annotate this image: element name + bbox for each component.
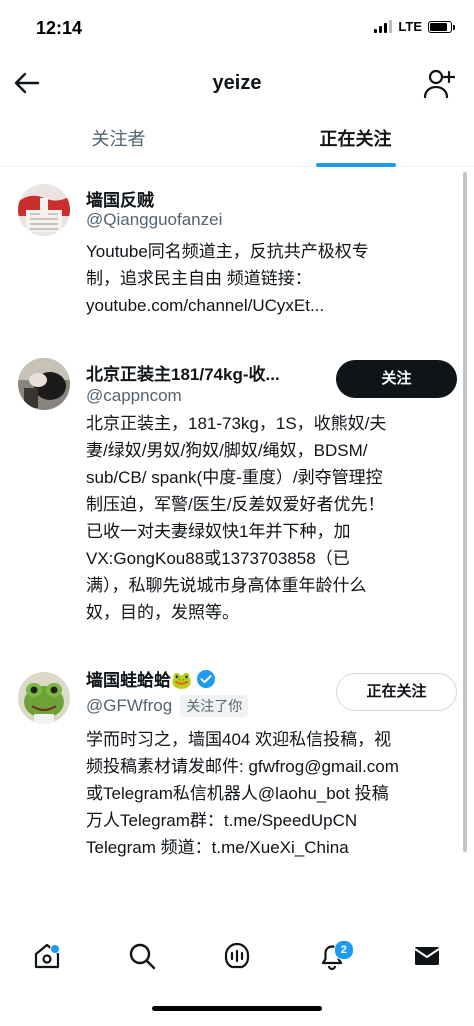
nav-search[interactable] bbox=[122, 936, 162, 976]
tab-following[interactable]: 正在关注 bbox=[237, 112, 474, 167]
signal-icon bbox=[374, 20, 393, 33]
search-icon bbox=[129, 943, 156, 970]
follows-you-badge: 关注了你 bbox=[180, 695, 249, 717]
add-user-button[interactable] bbox=[422, 68, 456, 100]
user-handle-text: @cappncom bbox=[86, 386, 182, 405]
nav-spaces[interactable] bbox=[217, 936, 257, 976]
tab-label: 正在关注 bbox=[319, 129, 392, 149]
nav-messages[interactable] bbox=[407, 936, 447, 976]
user-name-text: 墙国蛙蛤蛤🐸 bbox=[86, 671, 193, 690]
user-row[interactable]: 墙国蛙蛤蛤🐸 @GFWfrog 关注了你 正在关注 学而时习之，墙国404 欢迎… bbox=[0, 650, 474, 880]
mail-icon bbox=[414, 947, 440, 965]
page-title: yeize bbox=[212, 72, 262, 94]
user-handle-text: @GFWfrog bbox=[86, 696, 173, 715]
battery-icon bbox=[428, 20, 455, 33]
user-row[interactable]: 北京正装主181/74kg-收... @cappncom 关注 北京正装主，18… bbox=[0, 346, 474, 646]
user-handle-text: @Qiangguofanzei bbox=[86, 210, 223, 229]
verified-badge-icon bbox=[197, 669, 216, 688]
avatar-image bbox=[18, 358, 70, 410]
person-plus-icon bbox=[423, 69, 455, 99]
network-label: LTE bbox=[398, 19, 422, 34]
bottom-nav: 2 bbox=[0, 926, 474, 986]
status-time: 12:14 bbox=[36, 18, 83, 38]
user-handle: @cappncom bbox=[86, 386, 182, 406]
tab-followers[interactable]: 关注者 bbox=[0, 112, 237, 166]
notification-badge: 2 bbox=[333, 940, 354, 960]
avatar[interactable] bbox=[18, 672, 70, 724]
home-indicator[interactable] bbox=[152, 1006, 322, 1011]
status-bar: 12:14 LTE bbox=[0, 0, 474, 56]
user-name-text: 墙国反贼 bbox=[86, 191, 154, 210]
user-row[interactable]: 墙国反贼 @Qiangguofanzei Youtube同名频道主，反抗共产极权… bbox=[0, 166, 474, 346]
follow-button[interactable]: 关注 bbox=[336, 360, 457, 398]
user-name-text: 北京正装主181/74kg-收... bbox=[86, 365, 280, 384]
nav-home[interactable] bbox=[27, 936, 67, 976]
spaces-icon bbox=[224, 942, 250, 969]
avatar-image bbox=[18, 184, 70, 236]
avatar[interactable] bbox=[18, 184, 70, 236]
user-bio: Youtube同名频道主，反抗共产极权专 制，追求民主自由 频道链接： yout… bbox=[86, 242, 369, 315]
user-name[interactable]: 墙国反贼 bbox=[86, 186, 154, 211]
header: yeize bbox=[0, 56, 474, 112]
user-handle: @Qiangguofanzei bbox=[86, 210, 222, 230]
status-indicators: LTE bbox=[374, 19, 455, 34]
tab-bar: 关注者 正在关注 bbox=[0, 112, 474, 167]
avatar[interactable] bbox=[18, 358, 70, 410]
user-bio: 学而时习之，墙国404 欢迎私信投稿，视 频投稿素材请发邮件: gfwfrog@… bbox=[86, 730, 399, 857]
user-handle: @GFWfrog 关注了你 bbox=[86, 695, 249, 717]
tab-label: 关注者 bbox=[91, 129, 146, 149]
following-button[interactable]: 正在关注 bbox=[336, 673, 457, 711]
avatar-image bbox=[18, 672, 70, 724]
user-name[interactable]: 墙国蛙蛤蛤🐸 bbox=[86, 666, 216, 691]
user-bio: 北京正装主，181-73kg，1S，收熊奴/夫 妻/绿奴/男奴/狗奴/脚奴/绳奴… bbox=[86, 414, 387, 622]
user-name[interactable]: 北京正装主181/74kg-收... bbox=[86, 360, 280, 385]
nav-notifications[interactable]: 2 bbox=[312, 936, 354, 976]
